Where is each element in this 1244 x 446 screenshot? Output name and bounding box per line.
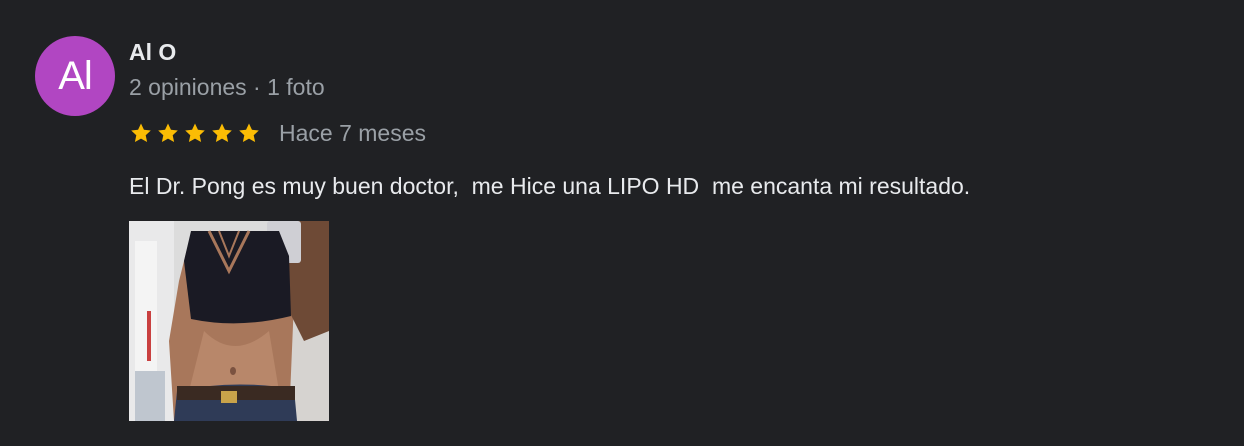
- author-meta: 2 opiniones · 1 foto: [129, 74, 325, 100]
- review-photo[interactable]: [129, 221, 329, 421]
- review-time: Hace 7 meses: [279, 120, 427, 146]
- star-icon: [158, 123, 178, 142]
- star-icon: [212, 123, 232, 142]
- star-icon: [239, 123, 259, 142]
- star-icon: [131, 123, 151, 142]
- author-name[interactable]: Al O: [129, 38, 176, 66]
- rating-row: Hace 7 meses: [129, 118, 426, 148]
- star-icon: [185, 123, 205, 142]
- avatar[interactable]: Al: [35, 36, 115, 116]
- star-rating: [129, 121, 264, 145]
- photo-image: [129, 221, 329, 421]
- review-card: Al Al O 2 opiniones · 1 foto Hace 7 mese…: [0, 0, 1244, 446]
- review-text: El Dr. Pong es muy buen doctor, me Hice …: [129, 173, 971, 199]
